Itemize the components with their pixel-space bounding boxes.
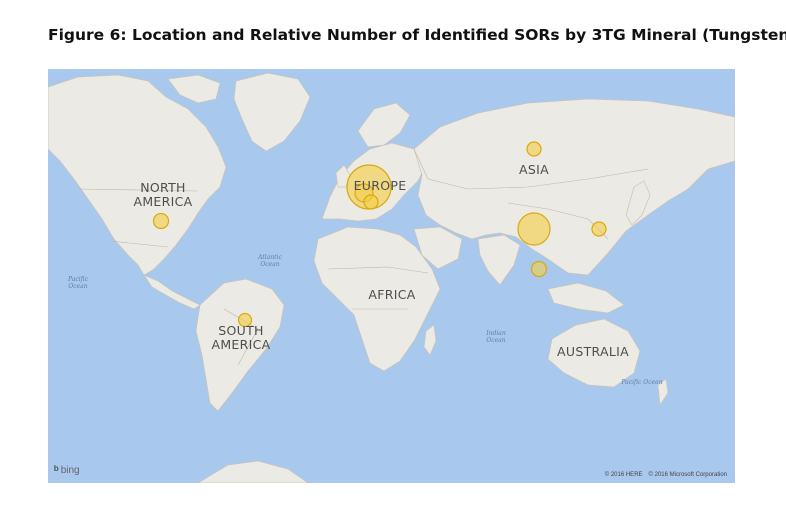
landmass-scandinavia xyxy=(357,102,411,148)
bubble-south-europe[interactable] xyxy=(363,194,379,210)
bing-logo[interactable]: ᵇ bing xyxy=(54,463,80,477)
landmass-greenland xyxy=(233,72,311,152)
label-australia: AUSTRALIA xyxy=(557,344,629,359)
label-indian-ocean: Indian Ocean xyxy=(486,330,506,344)
label-north-america: NORTH AMERICA xyxy=(133,180,193,209)
bing-logo-icon: ᵇ xyxy=(54,463,59,477)
label-pacific-ocean-west: Pacific Ocean xyxy=(68,276,88,290)
figure-title: Figure 6: Location and Relative Number o… xyxy=(48,26,786,44)
landmass-southeast-asia-islands xyxy=(547,282,625,314)
copyright-here: © 2016 HERE xyxy=(604,472,643,478)
landmass-central-america xyxy=(143,274,201,310)
bubble-north-america[interactable] xyxy=(152,212,170,230)
landmass-india xyxy=(477,234,521,286)
label-south-america: SOUTH AMERICA xyxy=(211,323,271,352)
map-copyright[interactable]: © 2016 HERE © 2016 Microsoft Corporation xyxy=(605,472,727,478)
landmass-madagascar xyxy=(423,324,437,356)
world-map[interactable]: NORTH AMERICA SOUTH AMERICA EUROPE AFRIC… xyxy=(48,69,735,483)
label-africa: AFRICA xyxy=(368,287,416,302)
landmass-antarctica xyxy=(197,460,309,483)
bubble-japan[interactable] xyxy=(591,221,607,237)
map-canvas xyxy=(48,72,735,483)
landmass-asia xyxy=(413,98,735,276)
copyright-microsoft: © 2016 Microsoft Corporation xyxy=(648,472,727,478)
bubble-china[interactable] xyxy=(517,212,551,246)
label-atlantic-ocean: Atlantic Ocean xyxy=(258,254,282,268)
landmass-canadian-islands xyxy=(167,74,221,104)
bing-logo-text: bing xyxy=(60,464,80,476)
label-asia: ASIA xyxy=(519,162,549,177)
landmass-north-america xyxy=(48,74,227,276)
label-europe: EUROPE xyxy=(353,178,407,193)
label-pacific-ocean-east: Pacific Ocean xyxy=(621,379,663,386)
bubble-southeast-asia[interactable] xyxy=(530,260,548,278)
bubble-siberia[interactable] xyxy=(526,141,542,157)
